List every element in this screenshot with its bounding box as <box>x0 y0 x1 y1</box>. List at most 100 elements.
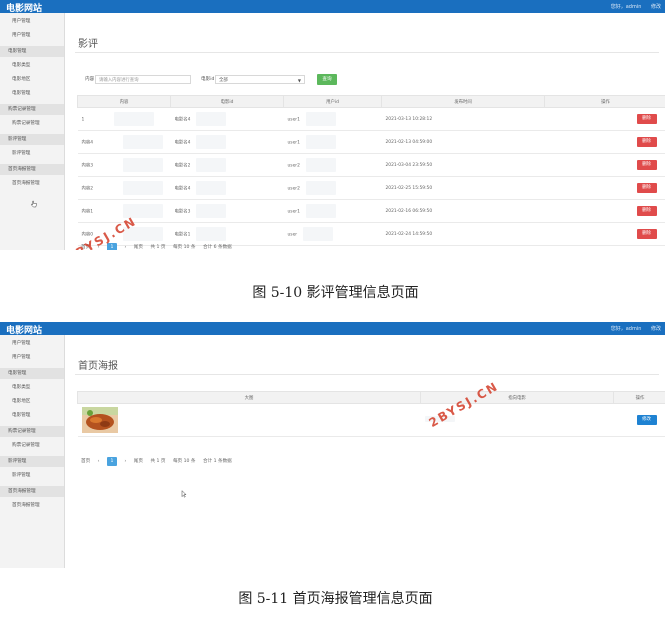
sidebar-group-header[interactable]: 影评管理 <box>0 456 64 467</box>
pager-current[interactable]: 1 <box>106 457 117 466</box>
redacted-text <box>196 227 227 241</box>
redacted-text <box>305 181 336 195</box>
sidebar-item[interactable]: 用户管理 <box>0 16 64 27</box>
table-cell: user1 <box>283 199 382 223</box>
cell-text: user2 <box>287 186 300 192</box>
table-cell: 电影名4 <box>170 176 284 200</box>
top-bar: 电影网站 您好，admin 修改 <box>0 0 665 14</box>
cell-text: 内容2 <box>81 186 94 192</box>
sidebar-item[interactable]: 电影管理 <box>0 88 64 99</box>
pager-next[interactable]: › <box>124 459 126 464</box>
user-info: 您好，admin 修改 <box>603 325 661 332</box>
table-cell: 电影名4 <box>170 130 284 154</box>
movie-filter-label: 电影id <box>201 77 215 82</box>
delete-button[interactable]: 删除 <box>636 183 657 193</box>
sidebar-item[interactable]: 首页海报管理 <box>0 178 64 189</box>
redacted-text <box>196 181 227 195</box>
table-cell: 电影名3 <box>170 199 284 223</box>
sidebar: 用户管理 用户管理 电影管理 电影类型 电影地区 电影管理 购票记录管理 购票记录管理 影评管理… <box>0 335 65 568</box>
sidebar-group-header[interactable]: 电影管理 <box>0 46 64 57</box>
action-cell: 删除 <box>544 176 665 200</box>
cell-text: 内容1 <box>81 209 94 215</box>
welcome-text: 您好，admin <box>610 326 642 332</box>
cell-text: 电影名4 <box>174 186 191 192</box>
column-header: 指向电影 <box>420 391 614 404</box>
sidebar-item[interactable]: 用户管理 <box>0 338 64 349</box>
redacted-text <box>114 112 155 126</box>
edit-button[interactable]: 修改 <box>636 415 657 425</box>
pager-last[interactable]: 尾页 <box>134 245 143 250</box>
cell-text: 电影名4 <box>174 140 191 146</box>
delete-button[interactable]: 删除 <box>636 229 657 239</box>
sidebar-item[interactable]: 电影类型 <box>0 60 64 71</box>
main-content: 影评 内容 请输入内容进行查询 电影id 全部 ▼ 查询 内容 电影id 用户id 发… <box>65 13 665 250</box>
sidebar-item[interactable]: 用户管理 <box>0 30 64 41</box>
sidebar: 用户管理 用户管理 电影管理 电影类型 电影地区 电影管理 购票记录管理 购票记录管理 影评管理… <box>0 13 65 250</box>
pager-current[interactable]: 1 <box>106 243 117 250</box>
sidebar-group-header[interactable]: 电影管理 <box>0 368 64 379</box>
sidebar-item[interactable]: 电影管理 <box>0 410 64 421</box>
sidebar-group-header[interactable]: 购票记录管理 <box>0 104 64 115</box>
pager-total: 合计 1 条数据 <box>202 459 232 464</box>
page-title: 首页海报 <box>78 361 118 372</box>
table-cell: user <box>283 222 382 246</box>
table-cell: user2 <box>283 153 382 177</box>
movie-select-value: 全部 <box>219 78 228 83</box>
table-cell: 电影名2 <box>170 153 284 177</box>
movie-select[interactable]: 全部 ▼ <box>215 75 305 84</box>
pager-total: 合计 6 条数据 <box>202 245 232 250</box>
table-row: 1 电影名4 user1 2021-03-13 10:28:12 删除 <box>77 107 665 131</box>
search-button[interactable]: 查询 <box>317 74 337 85</box>
pager-total-pages: 共 1 页 <box>150 245 166 250</box>
sidebar-item[interactable]: 电影地区 <box>0 74 64 85</box>
pager-last[interactable]: 尾页 <box>134 459 143 464</box>
redacted-text <box>196 204 227 218</box>
redacted-text <box>305 204 336 218</box>
delete-button[interactable]: 删除 <box>636 206 657 216</box>
pager-next[interactable]: › <box>124 245 126 250</box>
modify-link[interactable]: 修改 <box>651 4 661 10</box>
sidebar-item[interactable]: 首页海报管理 <box>0 500 64 511</box>
table-cell: 内容2 <box>77 176 171 200</box>
cell-text: 电影名3 <box>174 209 191 215</box>
delete-button[interactable]: 删除 <box>636 137 657 147</box>
action-cell: 删除 <box>544 199 665 223</box>
sidebar-group-header[interactable]: 首页海报管理 <box>0 486 64 497</box>
delete-button[interactable]: 删除 <box>636 160 657 170</box>
sidebar-item[interactable]: 电影类型 <box>0 382 64 393</box>
column-header: 大图 <box>77 391 421 404</box>
sidebar-item[interactable]: 购票记录管理 <box>0 440 64 451</box>
table-cell: 2021-03-04 23:59:50 <box>381 153 545 177</box>
content-search-input[interactable]: 请输入内容进行查询 <box>95 75 191 84</box>
delete-button[interactable]: 删除 <box>636 114 657 124</box>
cell-text: user2 <box>287 163 300 169</box>
sidebar-item[interactable]: 购票记录管理 <box>0 118 64 129</box>
modify-link[interactable]: 修改 <box>651 326 661 332</box>
cell-text: 1 <box>81 117 85 123</box>
page-title: 影评 <box>78 39 98 50</box>
redacted-text <box>303 227 334 241</box>
cell-text: 2021-03-13 10:28:12 <box>385 116 433 122</box>
cell-text: user1 <box>287 209 300 215</box>
pager-first[interactable]: 首页 <box>81 459 90 464</box>
poster-thumbnail[interactable] <box>81 407 118 433</box>
cell-text: 内容4 <box>81 140 94 146</box>
table-cell: 2021-02-24 14:59:50 <box>381 222 545 246</box>
column-header: 发布时间 <box>381 95 545 108</box>
table-cell: 2021-02-25 15:59:50 <box>381 176 545 200</box>
sidebar-group-header[interactable]: 购票记录管理 <box>0 426 64 437</box>
sidebar-item[interactable]: 用户管理 <box>0 352 64 363</box>
sidebar-group-header[interactable]: 影评管理 <box>0 134 64 145</box>
pager-prev[interactable]: ‹ <box>98 459 100 464</box>
sidebar-item[interactable]: 影评管理 <box>0 470 64 481</box>
table-cell: 2021-02-16 06:59:50 <box>381 199 545 223</box>
table-cell: 2021-03-13 10:28:12 <box>381 107 545 131</box>
table-cell: 电影名4 <box>170 107 284 131</box>
sidebar-group-header[interactable]: 首页海报管理 <box>0 164 64 175</box>
pagination: 首页 ‹ 1 › 尾页 共 1 页 每页 10 条 合计 1 条数据 <box>81 457 238 466</box>
sidebar-item[interactable]: 电影地区 <box>0 396 64 407</box>
poster-cell <box>77 403 421 437</box>
cell-text: 内容3 <box>81 163 94 169</box>
sidebar-item[interactable]: 影评管理 <box>0 148 64 159</box>
action-cell: 删除 <box>544 222 665 246</box>
